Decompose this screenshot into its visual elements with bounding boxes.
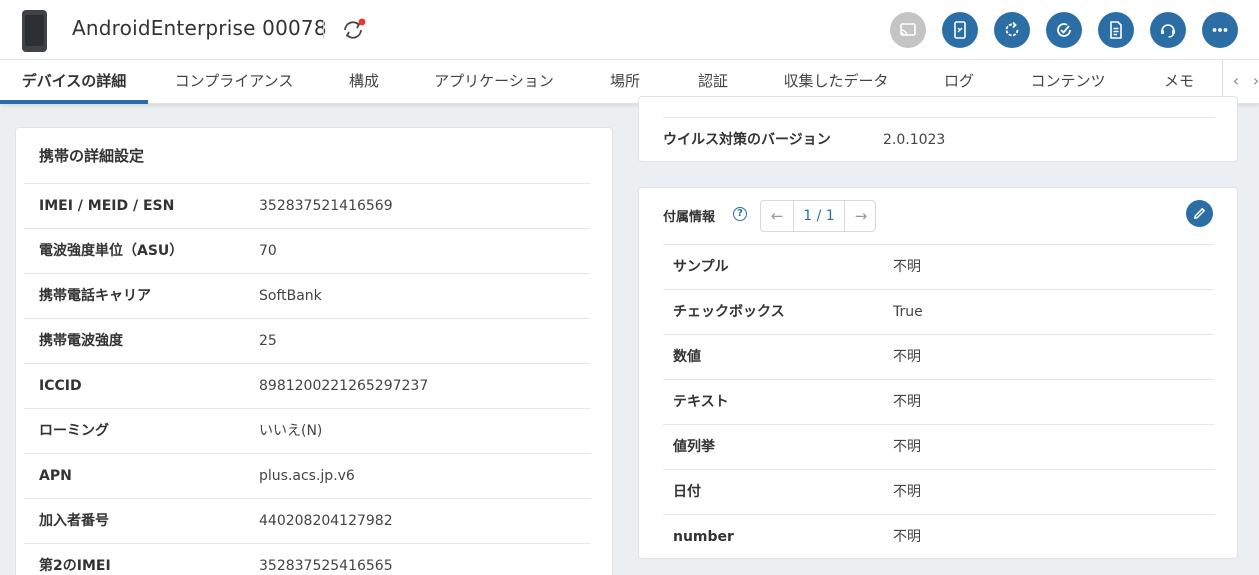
detail-label: ICCID bbox=[39, 378, 82, 394]
attribute-label: サンプル bbox=[673, 259, 729, 275]
detail-row: 加入者番号 440208204127982 bbox=[24, 498, 590, 543]
detail-label: 携帯電波強度 bbox=[39, 333, 123, 349]
attribute-value: 不明 bbox=[893, 484, 921, 500]
help-icon[interactable]: ? bbox=[733, 207, 747, 221]
cast-icon bbox=[900, 23, 916, 37]
attribute-value: 不明 bbox=[893, 529, 921, 545]
sync-icon[interactable] bbox=[340, 17, 366, 43]
attribute-label: チェックボックス bbox=[673, 304, 785, 320]
attribute-value: 不明 bbox=[893, 439, 921, 455]
detail-label: 第2のIMEI bbox=[39, 558, 111, 574]
attribute-row: チェックボックス True bbox=[663, 289, 1214, 334]
detail-row: IMEI / MEID / ESN 352837521416569 bbox=[24, 183, 590, 228]
antivirus-label: ウイルス対策のバージョン bbox=[663, 132, 831, 148]
antivirus-value: 2.0.1023 bbox=[883, 132, 946, 148]
refresh-button[interactable] bbox=[994, 12, 1030, 48]
attribute-row: テキスト 不明 bbox=[663, 379, 1214, 424]
pencil-icon bbox=[1194, 208, 1205, 219]
detail-value: 70 bbox=[259, 243, 277, 259]
detail-row: 電波強度単位（ASU） 70 bbox=[24, 228, 590, 273]
detail-value: 440208204127982 bbox=[259, 513, 393, 529]
pager-page-indicator: 1 / 1 bbox=[793, 201, 845, 231]
detail-label: 携帯電話キャリア bbox=[39, 288, 151, 304]
detail-row: 携帯電話キャリア SoftBank bbox=[24, 273, 590, 318]
refresh-icon bbox=[1005, 21, 1019, 37]
detail-label: IMEI / MEID / ESN bbox=[39, 198, 175, 214]
more-button[interactable] bbox=[1202, 12, 1238, 48]
custom-attributes-title: 付属情報 bbox=[663, 210, 716, 225]
cast-button[interactable] bbox=[890, 12, 926, 48]
attribute-label: テキスト bbox=[673, 394, 729, 410]
support-icon bbox=[1161, 24, 1175, 38]
detail-value: 25 bbox=[259, 333, 277, 349]
remote-control-button[interactable] bbox=[942, 12, 978, 48]
detail-row: ローミング いいえ(N) bbox=[24, 408, 590, 453]
tab-device-details[interactable]: デバイスの詳細 bbox=[0, 60, 148, 104]
attribute-value: 不明 bbox=[893, 394, 921, 410]
tab-scroll-right-button[interactable]: › bbox=[1246, 60, 1259, 104]
detail-label: 加入者番号 bbox=[39, 513, 109, 529]
detail-row: APN plus.acs.jp.v6 bbox=[24, 453, 590, 498]
device-header: AndroidEnterprise 00078 bbox=[0, 0, 1259, 60]
check-icon bbox=[1057, 23, 1071, 37]
attribute-label: 数値 bbox=[673, 349, 701, 365]
device-title: AndroidEnterprise 00078 bbox=[72, 16, 327, 40]
attribute-value: 不明 bbox=[893, 349, 921, 365]
detail-label: 電波強度単位（ASU） bbox=[39, 243, 184, 259]
detail-row: ICCID 8981200221265297237 bbox=[24, 363, 590, 408]
detail-value: plus.acs.jp.v6 bbox=[259, 468, 355, 484]
report-button[interactable] bbox=[1098, 12, 1134, 48]
active-tab-indicator bbox=[0, 100, 148, 104]
more-icon bbox=[1212, 28, 1228, 32]
attribute-row: 日付 不明 bbox=[663, 469, 1214, 514]
detail-value: 8981200221265297237 bbox=[259, 378, 429, 394]
detail-row: 第2のIMEI 352837525416565 bbox=[24, 543, 590, 575]
edit-attributes-button[interactable] bbox=[1186, 200, 1213, 227]
detail-value: いいえ(N) bbox=[259, 423, 323, 439]
attribute-value: True bbox=[893, 304, 923, 320]
title-divider bbox=[323, 20, 324, 38]
attributes-pager: ← 1 / 1 → bbox=[760, 200, 876, 232]
tab-configuration[interactable]: 構成 bbox=[334, 60, 394, 104]
attribute-label: 値列挙 bbox=[673, 439, 715, 455]
pager-prev-button[interactable]: ← bbox=[761, 201, 793, 231]
attribute-row: 値列挙 不明 bbox=[663, 424, 1214, 469]
phone-icon bbox=[22, 10, 47, 52]
attribute-label: number bbox=[673, 529, 734, 545]
tab-compliance[interactable]: コンプライアンス bbox=[170, 60, 298, 104]
detail-value: 352837521416569 bbox=[259, 198, 393, 214]
detail-label: ローミング bbox=[39, 423, 109, 439]
attribute-row: サンプル 不明 bbox=[663, 244, 1214, 289]
compliance-check-button[interactable] bbox=[1046, 12, 1082, 48]
mobile-details-title: 携帯の詳細設定 bbox=[39, 147, 145, 165]
attribute-row: 数値 不明 bbox=[663, 334, 1214, 379]
detail-value: SoftBank bbox=[259, 288, 322, 304]
attribute-label: 日付 bbox=[673, 484, 701, 500]
remote-control-icon bbox=[954, 21, 966, 39]
attribute-row: number 不明 bbox=[663, 514, 1214, 559]
detail-row: 携帯電波強度 25 bbox=[24, 318, 590, 363]
attribute-value: 不明 bbox=[893, 259, 921, 275]
document-icon bbox=[1110, 21, 1122, 39]
detail-value: 352837525416565 bbox=[259, 558, 393, 574]
tab-applications[interactable]: アプリケーション bbox=[428, 60, 560, 104]
antivirus-row: ウイルス対策のバージョン 2.0.1023 bbox=[663, 117, 1214, 162]
support-button[interactable] bbox=[1150, 12, 1186, 48]
detail-label: APN bbox=[39, 468, 72, 484]
pager-next-button[interactable]: → bbox=[845, 201, 877, 231]
